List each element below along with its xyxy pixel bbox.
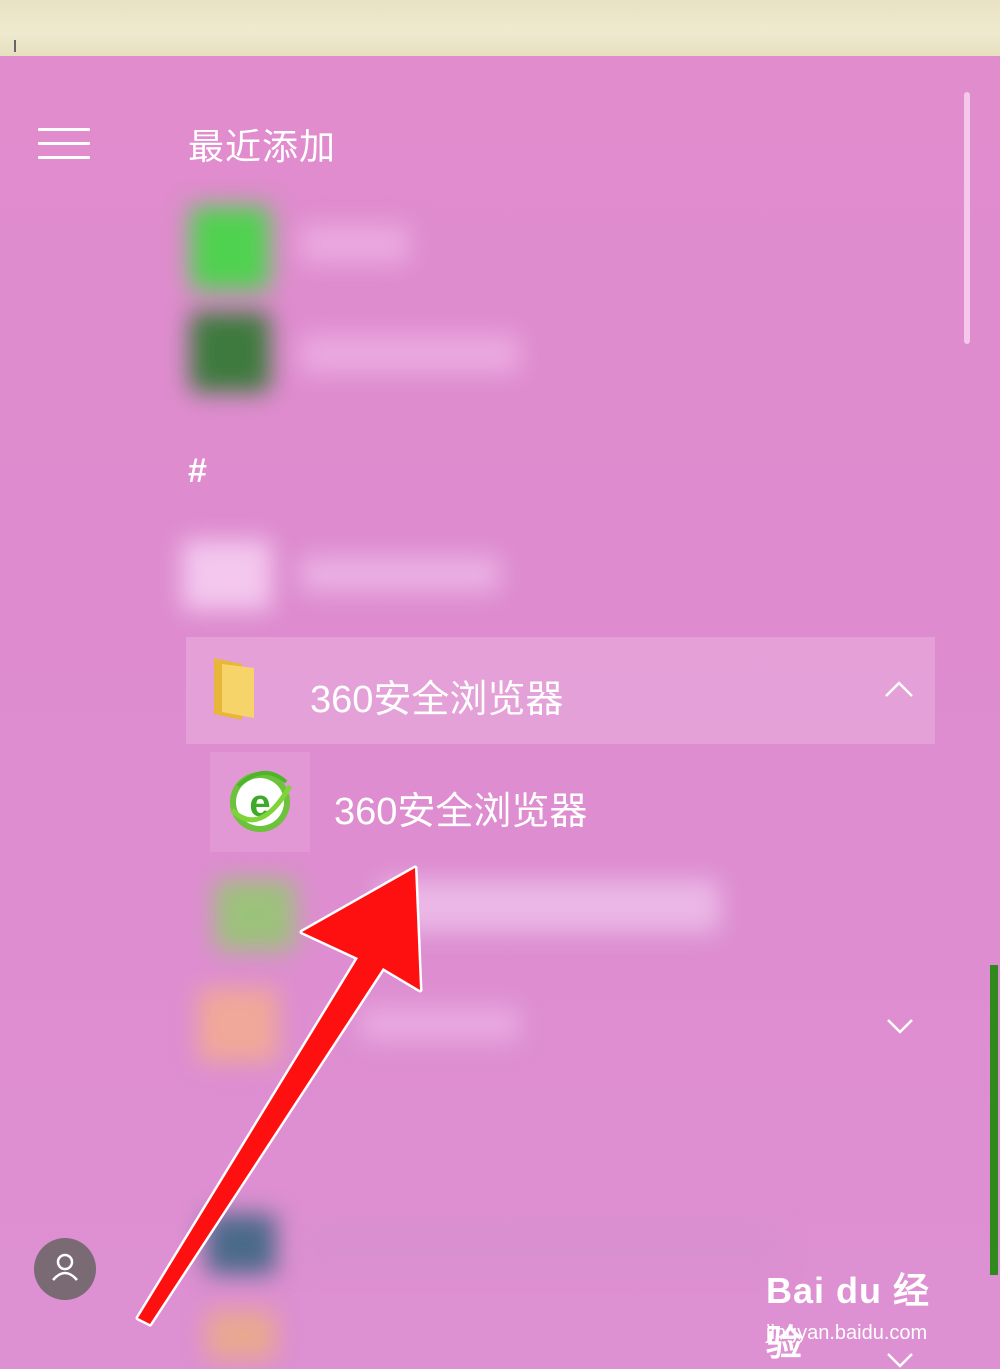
user-account-button[interactable] — [34, 1238, 96, 1300]
app-label: 360安全浏览器 — [334, 791, 588, 833]
baidu-watermark: Bai du 经验 jingyan.baidu.com — [766, 1262, 956, 1363]
folder-icon — [214, 658, 254, 720]
folder-label: 360安全浏览器 — [310, 679, 564, 721]
chevron-down-icon[interactable] — [886, 1018, 914, 1034]
user-icon — [52, 1253, 78, 1281]
section-hash-heading: # — [188, 452, 207, 490]
tile-edge — [990, 965, 998, 1275]
baidu-url: jingyan.baidu.com — [766, 1322, 928, 1344]
blurred-app-icon[interactable] — [190, 312, 270, 392]
blurred-app-icon[interactable] — [182, 540, 272, 610]
blurred-app-label — [300, 224, 410, 264]
scrollbar-thumb[interactable] — [964, 92, 970, 344]
blurred-app-label — [300, 334, 520, 374]
blurred-app-icon[interactable] — [190, 206, 270, 290]
baidu-logo: Bai du 经验 — [766, 1270, 931, 1363]
hamburger-menu-icon[interactable] — [38, 128, 90, 162]
blurred-app-label — [300, 556, 500, 592]
recently-added-heading: 最近添加 — [188, 126, 337, 167]
annotation-arrow — [135, 865, 423, 1327]
360-browser-icon[interactable]: e — [224, 766, 296, 838]
chevron-up-icon[interactable] — [884, 680, 914, 698]
window-top-strip — [0, 0, 1000, 56]
